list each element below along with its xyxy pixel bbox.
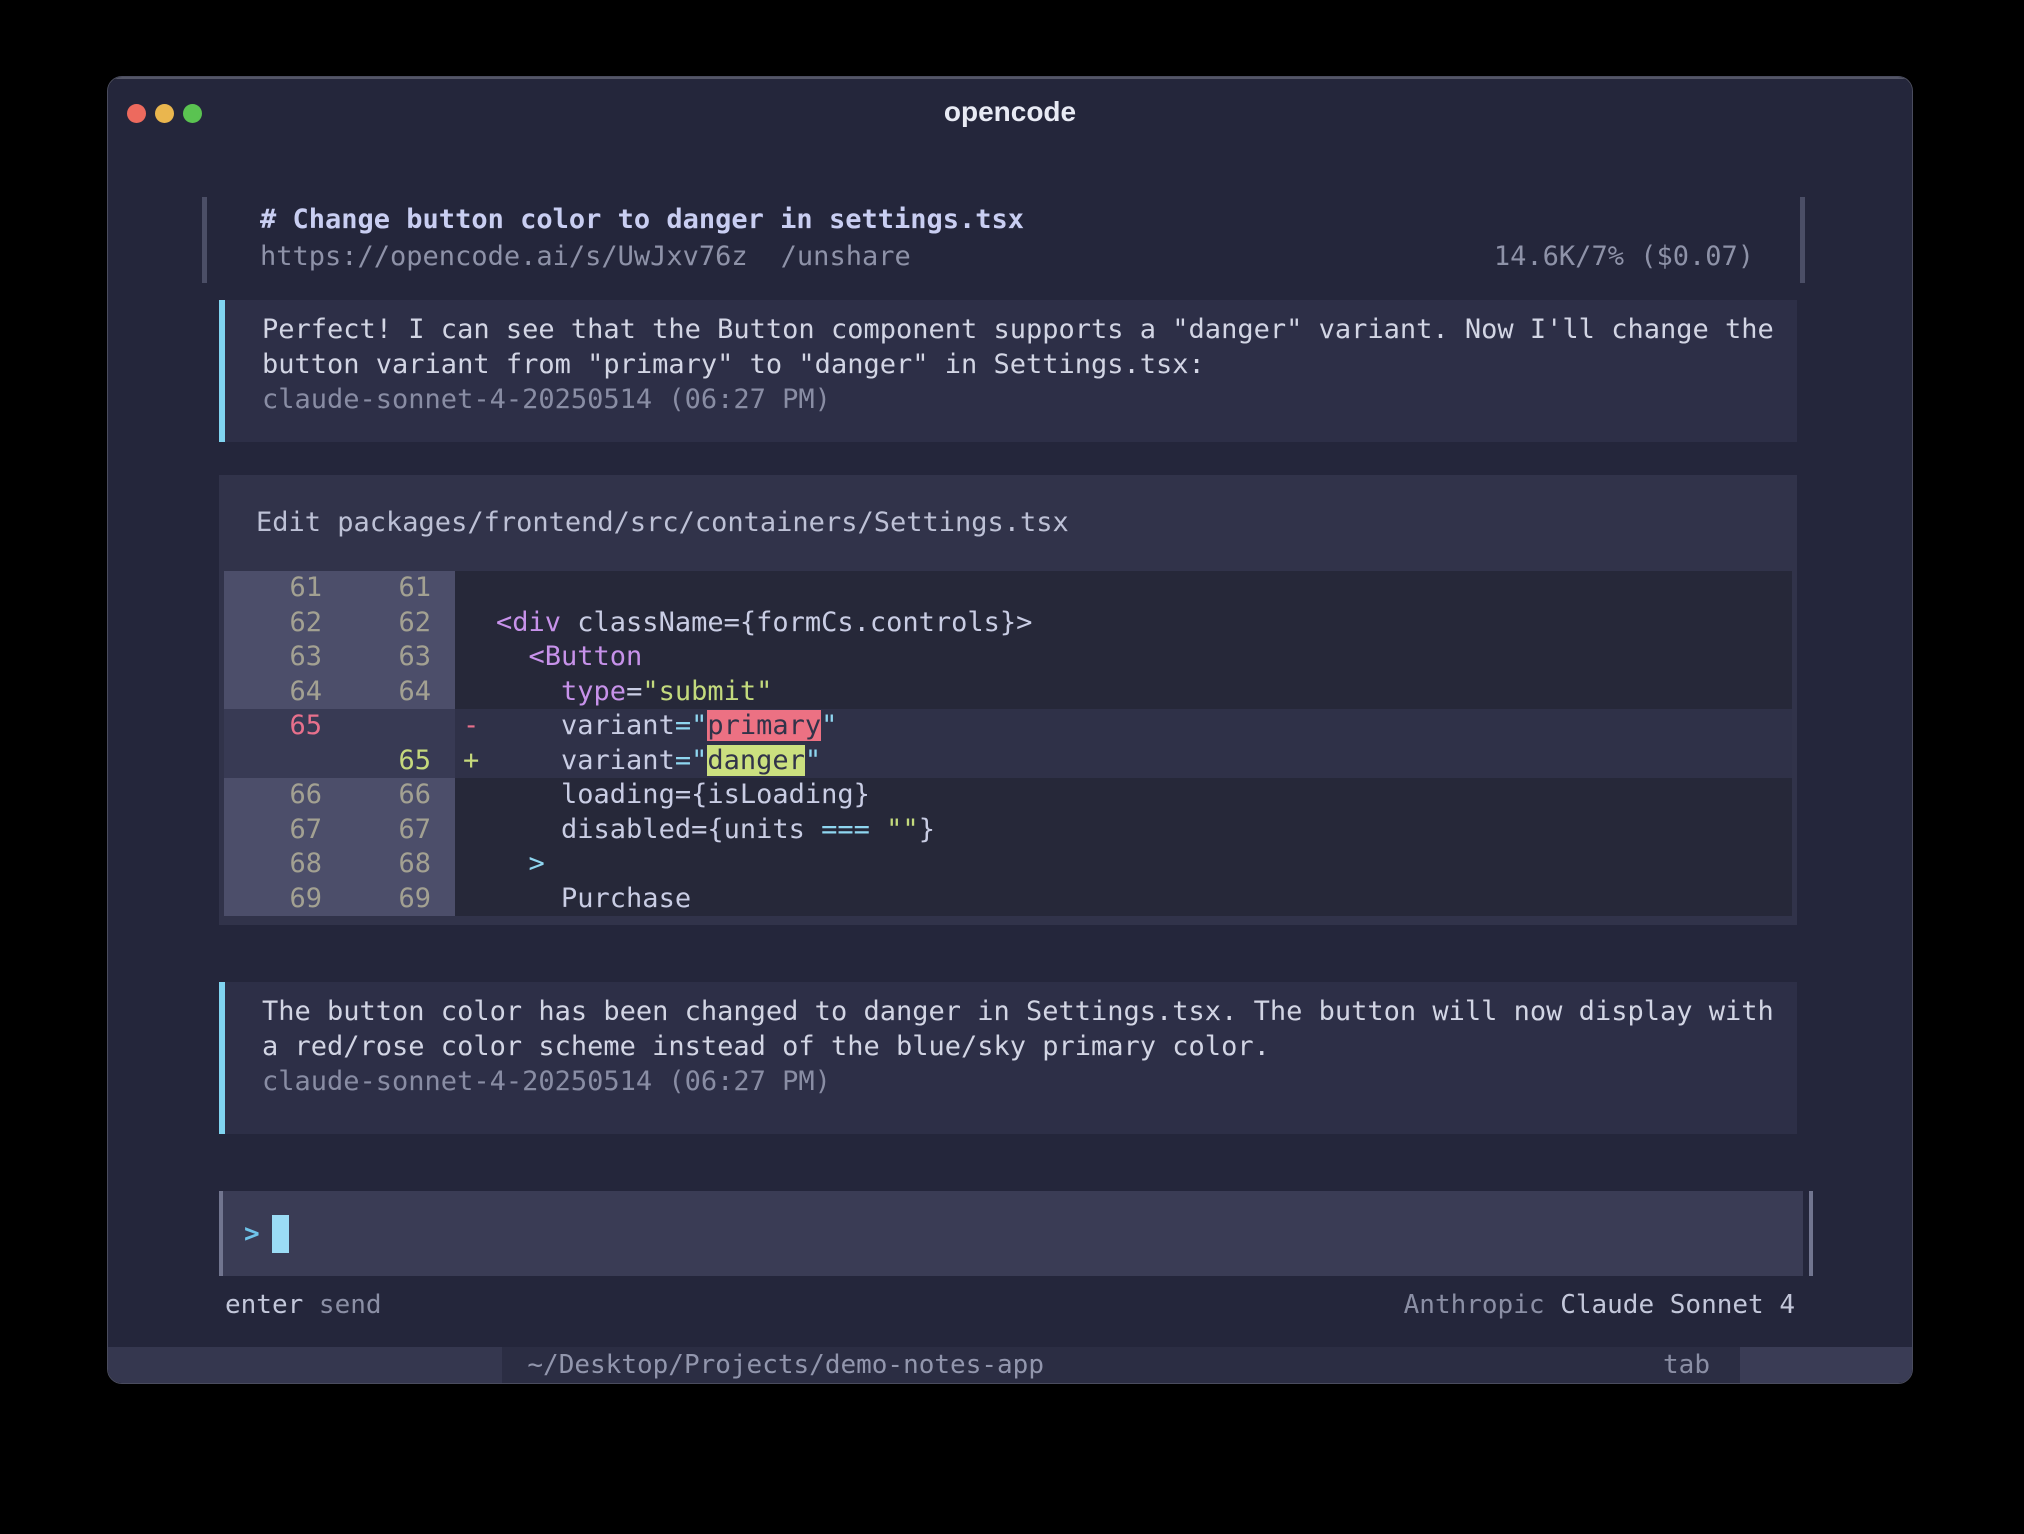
prompt-symbol: > [244, 1219, 260, 1249]
diff-row: 6161 [224, 571, 1792, 606]
session-title: # Change button color to danger in setti… [260, 201, 1754, 238]
send-hint-action: send [303, 1290, 381, 1320]
edit-tool-block: Edit packages/frontend/src/containers/Se… [219, 475, 1797, 925]
opencode-window: opencode # Change button color to danger… [108, 77, 1912, 1383]
message-model-timestamp: claude-sonnet-4-20250514 (06:27 PM) [262, 1064, 1797, 1099]
diff-row: 6666 loading={isLoading} [224, 778, 1792, 813]
unshare-command[interactable]: /unshare [781, 241, 911, 272]
edit-tool-title: Edit packages/frontend/src/containers/Se… [219, 475, 1797, 541]
prompt-input[interactable]: > [223, 1191, 1803, 1276]
working-directory: ~/Desktop/Projects/demo-notes-app [527, 1347, 1044, 1383]
context-usage-stats: 14.6K/7% ($0.07) [1494, 238, 1754, 275]
diff-row: 6969 Purchase [224, 882, 1792, 917]
mode-switch-key-hint: tab [1663, 1347, 1710, 1383]
send-hint-key: enter [225, 1290, 303, 1320]
diff-row: 6464 type="submit" [224, 675, 1792, 710]
diff-row: 6262<div className={formCs.controls}> [224, 606, 1792, 641]
hint-row: enter send Anthropic Claude Sonnet 4 [225, 1289, 1795, 1321]
diff-table: 61616262<div className={formCs.controls}… [224, 571, 1792, 916]
diff-row: 65- variant="primary" [224, 709, 1792, 744]
diff-row: 6363 <Button [224, 640, 1792, 675]
text-cursor [272, 1215, 289, 1253]
share-url-group: https://opencode.ai/s/UwJxv76z/unshare [260, 238, 911, 275]
prompt-editor[interactable]: > [219, 1191, 1813, 1276]
diff-row: 65+ variant="danger" [224, 744, 1792, 779]
mode-toggle[interactable]: BUILD MODE [1740, 1347, 1912, 1383]
session-header: # Change button color to danger in setti… [202, 197, 1805, 283]
model-name: Claude Sonnet 4 [1560, 1290, 1795, 1320]
window-title: opencode [108, 96, 1912, 128]
diff-row: 6868 > [224, 847, 1792, 882]
message-text-line: The button color has been changed to dan… [262, 994, 1797, 1029]
share-url[interactable]: https://opencode.ai/s/UwJxv76z [260, 241, 748, 272]
message-text-line: Perfect! I can see that the Button compo… [262, 312, 1797, 347]
assistant-message: Perfect! I can see that the Button compo… [219, 300, 1797, 442]
diff-row: 6767 disabled={units === ""} [224, 813, 1792, 848]
app-version-badge: opencode v0.3.11 [108, 1347, 502, 1383]
send-hint: enter send [225, 1289, 382, 1321]
model-indicator: Anthropic Claude Sonnet 4 [1404, 1289, 1795, 1321]
message-text-line: a red/rose color scheme instead of the b… [262, 1029, 1797, 1064]
model-provider: Anthropic [1404, 1290, 1561, 1320]
message-text-line: button variant from "primary" to "danger… [262, 347, 1797, 382]
status-bar: opencode v0.3.11 ~/Desktop/Projects/demo… [108, 1347, 1912, 1383]
assistant-message: The button color has been changed to dan… [219, 982, 1797, 1134]
message-model-timestamp: claude-sonnet-4-20250514 (06:27 PM) [262, 382, 1797, 417]
